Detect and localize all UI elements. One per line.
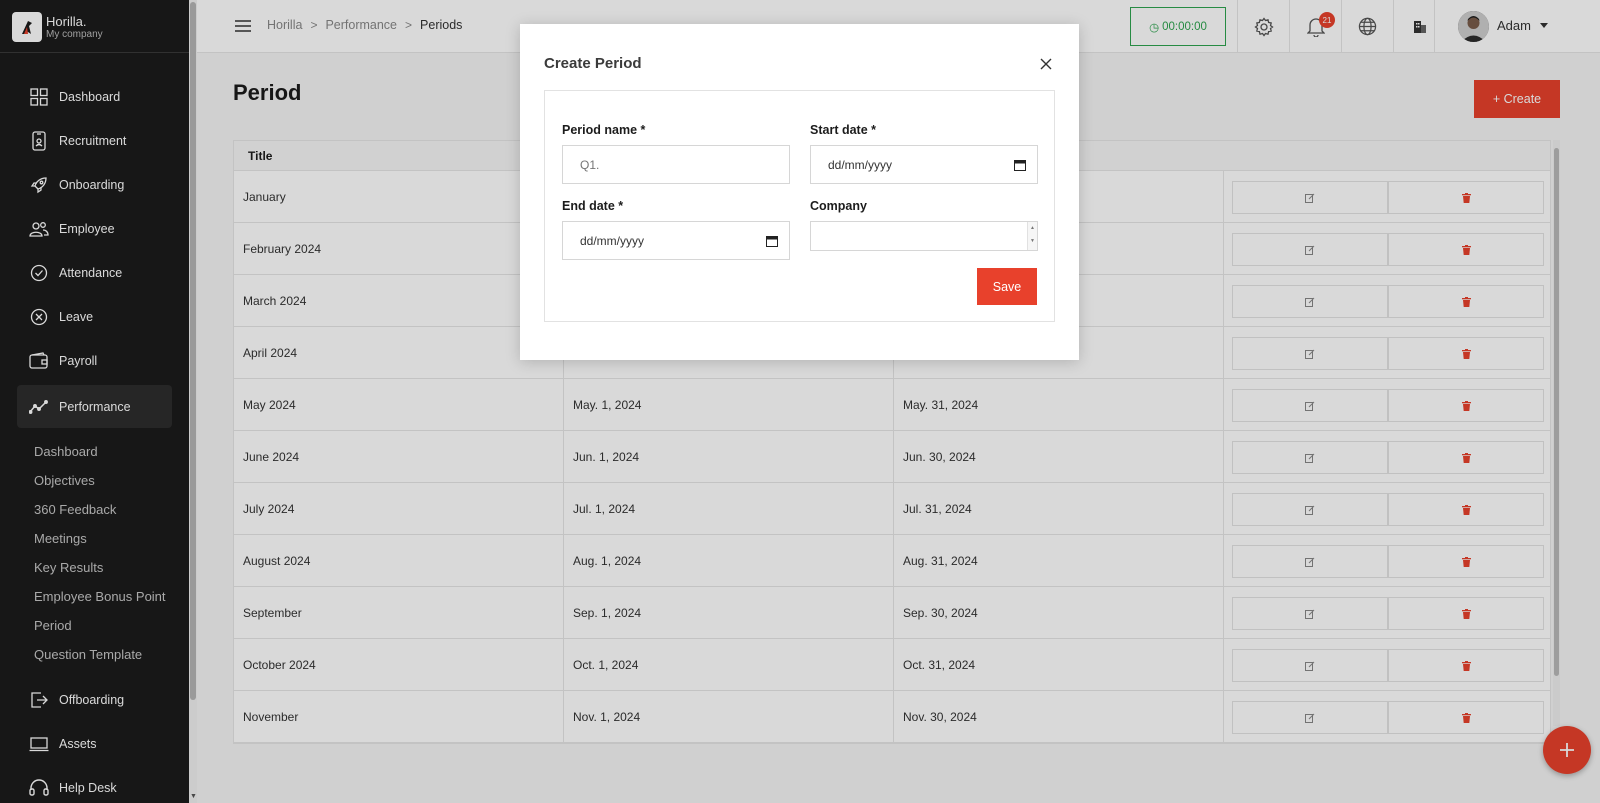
company-label: Company (810, 199, 867, 213)
save-button[interactable]: Save (977, 268, 1037, 305)
period-name-input[interactable] (562, 145, 790, 184)
create-period-modal: Create Period Period name * Start date *… (520, 24, 1079, 360)
close-icon (1040, 58, 1052, 70)
period-form: Period name * Start date * dd/mm/yyyy En… (544, 90, 1055, 322)
end-date-value: dd/mm/yyyy (580, 233, 645, 248)
end-date-label: End date * (562, 199, 624, 213)
end-date-input[interactable]: dd/mm/yyyy (562, 221, 790, 260)
spin-arrows-icon[interactable]: ▲ ▼ (1027, 222, 1037, 250)
start-date-input[interactable]: dd/mm/yyyy (810, 145, 1038, 184)
start-date-label: Start date * (810, 123, 876, 137)
company-select[interactable]: ▲ ▼ (810, 221, 1038, 251)
calendar-icon (766, 236, 778, 247)
calendar-icon (1014, 160, 1026, 171)
period-name-label: Period name * (562, 123, 646, 137)
modal-title: Create Period (544, 55, 642, 72)
close-button[interactable] (1037, 55, 1055, 73)
start-date-value: dd/mm/yyyy (828, 157, 893, 172)
